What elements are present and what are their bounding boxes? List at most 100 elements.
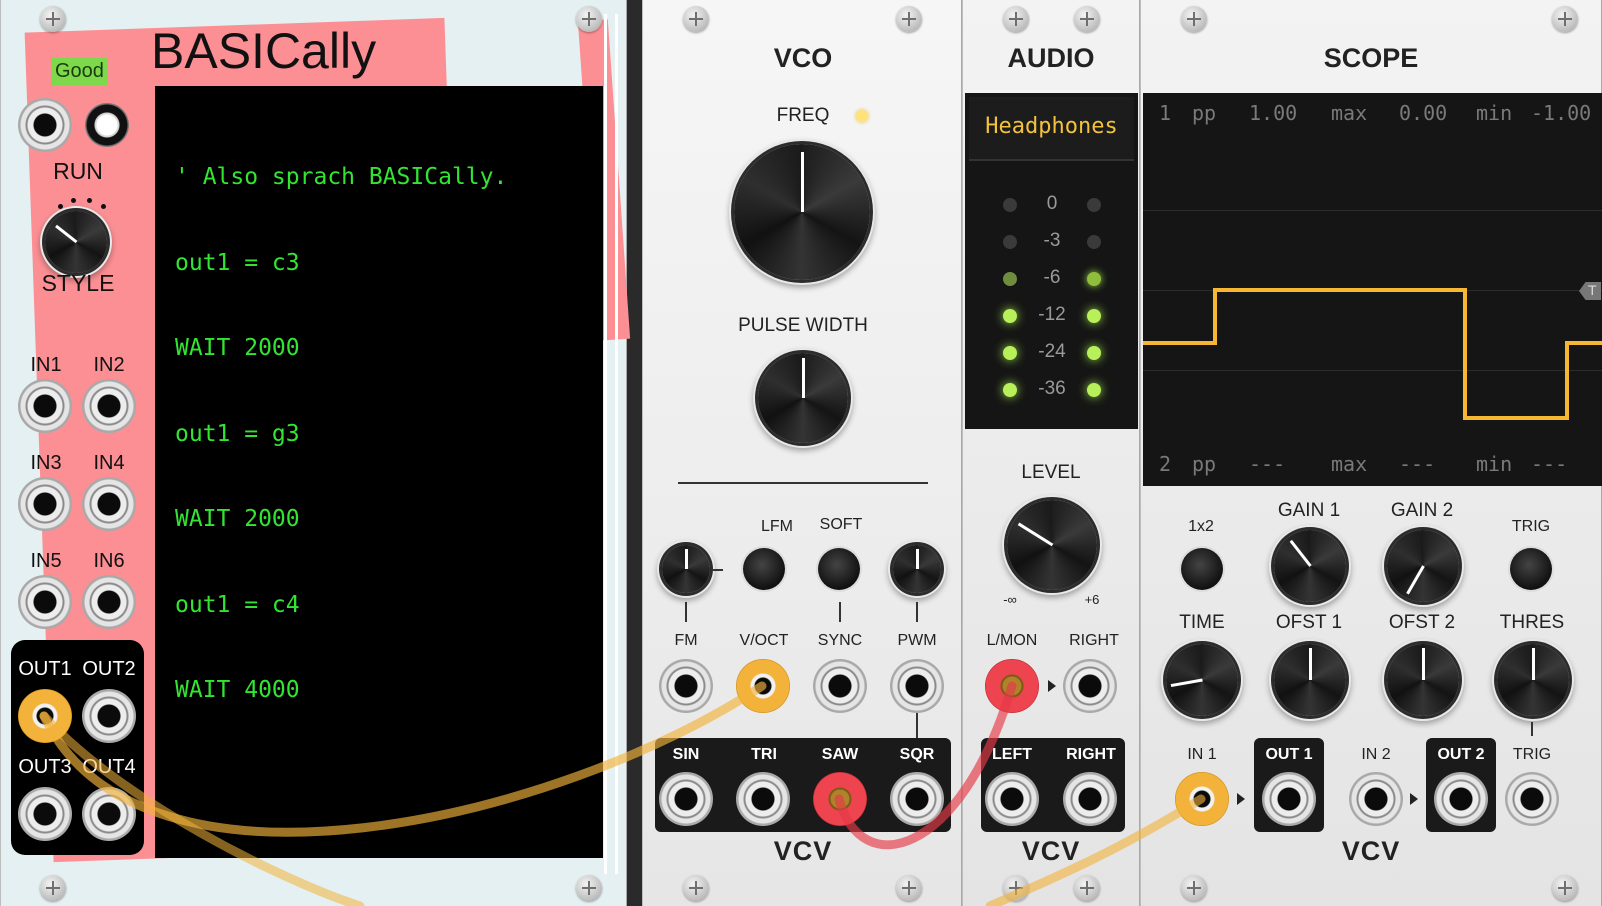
code-line[interactable]: out1 = c4	[175, 591, 603, 620]
screw-icon	[1003, 875, 1029, 901]
screw-icon	[1552, 6, 1578, 32]
screw-icon	[576, 6, 602, 32]
code-editor[interactable]: ' Also sprach BASICally. out1 = c3 WAIT …	[155, 86, 603, 858]
input-label: IN6	[93, 550, 125, 572]
out3-jack[interactable]	[18, 787, 72, 841]
right-meter-led	[1087, 272, 1101, 286]
fm-attenuverter-knob[interactable]	[662, 545, 710, 593]
run-button[interactable]	[85, 103, 129, 147]
sin-jack[interactable]	[659, 772, 713, 826]
style-knob[interactable]	[45, 211, 107, 273]
level-max-label: +6	[1084, 592, 1100, 607]
screw-icon	[1552, 875, 1578, 901]
tri-jack[interactable]	[736, 772, 790, 826]
left-meter-led	[1003, 198, 1017, 212]
saw-label: SAW	[821, 746, 859, 763]
in4-jack[interactable]	[82, 477, 136, 531]
trig-button[interactable]	[1510, 548, 1552, 590]
trig-button-label: TRIG	[1511, 518, 1551, 535]
out2-jack[interactable]	[82, 689, 136, 743]
left-meter-led	[1003, 309, 1017, 323]
screw-icon	[683, 875, 709, 901]
pwm-attenuverter-knob[interactable]	[893, 545, 941, 593]
screw-icon	[683, 6, 709, 32]
scope-trig-jack[interactable]	[1505, 772, 1559, 826]
sqr-jack[interactable]	[890, 772, 944, 826]
pulse-width-knob[interactable]	[758, 353, 848, 443]
brand-logo: VCV	[773, 836, 833, 866]
fm-jack[interactable]	[659, 659, 713, 713]
in1-jack[interactable]	[18, 379, 72, 433]
fm-label: FM	[674, 632, 698, 649]
meter-level-label: -12	[1038, 304, 1066, 325]
input-label: IN5	[30, 550, 62, 572]
right-in-jack[interactable]	[1063, 659, 1117, 713]
ch1-waveform	[1143, 288, 1602, 420]
out2-label: OUT 2	[1437, 746, 1485, 763]
time-knob[interactable]	[1166, 644, 1238, 716]
sync-label: SYNC	[817, 632, 863, 649]
code-line[interactable]: WAIT 2000	[175, 505, 603, 534]
ofst2-knob[interactable]	[1387, 644, 1459, 716]
lmon-jack[interactable]	[985, 659, 1039, 713]
code-line[interactable]: WAIT 2000	[175, 334, 603, 363]
scope-out2-jack[interactable]	[1434, 772, 1488, 826]
thres-knob[interactable]	[1497, 644, 1569, 716]
meter-level-label: -24	[1038, 341, 1066, 362]
scope-out1-jack[interactable]	[1262, 772, 1316, 826]
gain1-knob[interactable]	[1274, 530, 1346, 602]
right-out-jack[interactable]	[1063, 772, 1117, 826]
out4-jack[interactable]	[82, 787, 136, 841]
left-out-jack[interactable]	[985, 772, 1039, 826]
right-meter-led	[1087, 346, 1101, 360]
gain2-label: GAIN 2	[1390, 500, 1454, 521]
mode-label: 1x2	[1188, 518, 1214, 535]
code-line[interactable]: ' Also sprach BASICally.	[175, 163, 603, 192]
connector-line	[916, 602, 918, 622]
soft-label: SOFT	[819, 516, 863, 533]
in2-jack[interactable]	[82, 379, 136, 433]
right-meter-led	[1087, 198, 1101, 212]
out1-jack[interactable]	[18, 689, 72, 743]
right-meter-led	[1087, 309, 1101, 323]
gain2-knob[interactable]	[1387, 530, 1459, 602]
code-line[interactable]: out1 = c3	[175, 249, 603, 278]
ofst1-knob[interactable]	[1274, 644, 1346, 716]
code-line[interactable]: out1 = g3	[175, 420, 603, 449]
ofst1-label: OFST 1	[1275, 612, 1343, 633]
scope-in2-jack[interactable]	[1349, 772, 1403, 826]
connector-line	[685, 602, 687, 622]
soft-button[interactable]	[818, 548, 860, 590]
trigger-marker-label: T	[1588, 282, 1597, 298]
trig-label: TRIG	[1512, 746, 1552, 763]
left-meter-led	[1003, 235, 1017, 249]
code-area[interactable]: ' Also sprach BASICally. out1 = c3 WAIT …	[155, 86, 603, 762]
in3-jack[interactable]	[18, 477, 72, 531]
level-knob[interactable]	[1007, 500, 1097, 590]
module-title: VCO	[773, 43, 833, 73]
sync-jack[interactable]	[813, 659, 867, 713]
voct-jack[interactable]	[736, 659, 790, 713]
device-name[interactable]: Headphones	[969, 97, 1134, 139]
scope-in1-jack[interactable]	[1175, 772, 1229, 826]
in6-jack[interactable]	[82, 575, 136, 629]
left-out-label: LEFT	[992, 746, 1032, 763]
pwm-jack[interactable]	[890, 659, 944, 713]
ofst2-label: OFST 2	[1388, 612, 1456, 633]
divider	[604, 14, 607, 874]
run-trigger-jack[interactable]	[18, 98, 72, 152]
arrow-icon	[1237, 793, 1245, 805]
screw-icon	[40, 875, 66, 901]
mode-button[interactable]	[1181, 548, 1223, 590]
style-label: STYLE	[41, 270, 115, 296]
tri-label: TRI	[751, 746, 777, 763]
screw-icon	[576, 875, 602, 901]
code-line[interactable]: WAIT 4000	[175, 676, 603, 705]
lfm-button[interactable]	[743, 548, 785, 590]
freq-knob[interactable]	[734, 144, 870, 280]
module-title: SCOPE	[1323, 43, 1419, 73]
in1-label: IN 1	[1187, 746, 1217, 763]
in5-jack[interactable]	[18, 575, 72, 629]
saw-jack[interactable]	[813, 772, 867, 826]
device-selector[interactable]: Headphones	[969, 97, 1134, 161]
